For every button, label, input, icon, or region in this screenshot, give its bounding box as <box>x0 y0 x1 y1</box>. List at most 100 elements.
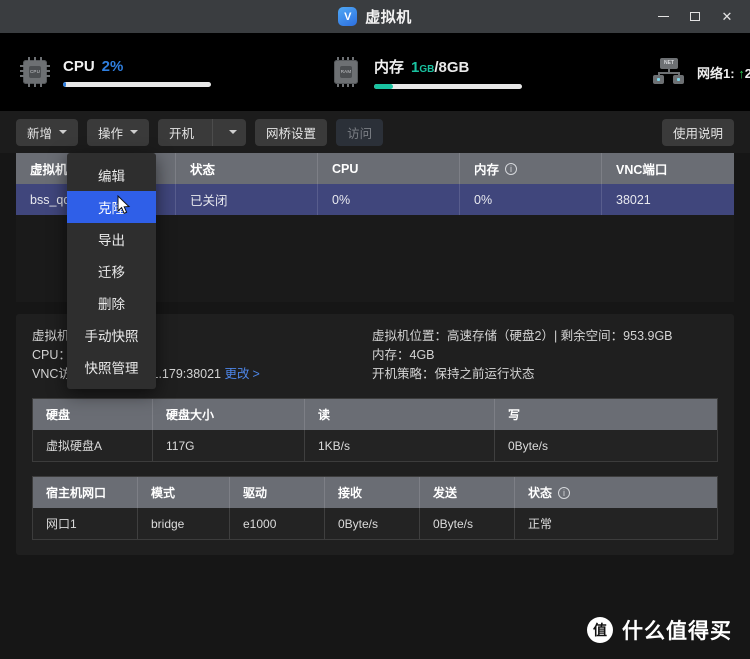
details-location: 虚拟机位置：高速存储（硬盘2）| 剩余空间：953.9GB <box>372 329 673 343</box>
maximize-button[interactable] <box>680 3 710 31</box>
net-status-cell: 正常 <box>528 517 553 531</box>
ram-chip-label: RAM <box>340 66 352 78</box>
vnc-change-link[interactable]: 更改 <box>225 367 250 381</box>
title-bar-center: V 虚拟机 <box>0 0 750 33</box>
power-on-dropdown-toggle[interactable] <box>220 119 246 146</box>
add-button-label: 新增 <box>27 126 53 141</box>
net-rx-cell: 0Byte/s <box>325 508 420 539</box>
cpu-label: CPU <box>63 57 95 75</box>
network-table-header: 宿主机网口 模式 驱动 接收 发送 状态 i <box>33 477 717 508</box>
menu-item-2[interactable]: 导出 <box>67 223 156 255</box>
cpu-value: 2% <box>101 57 124 75</box>
network-table: 宿主机网口 模式 驱动 接收 发送 状态 i 网口1 bridge e1000 … <box>32 476 718 540</box>
memory-label: 内存 <box>374 58 405 76</box>
close-button[interactable]: ✕ <box>712 3 742 31</box>
net-port-cell: 网口1 <box>33 508 138 539</box>
net-column-header-tx: 发送 <box>420 477 515 508</box>
memory-stat-body: 内存 1GB/8GB <box>374 56 522 89</box>
disk-write-cell: 0Byte/s <box>508 438 549 453</box>
disk-table-header: 硬盘 硬盘大小 读 写 <box>33 399 717 430</box>
net-column-header-status: 状态 i <box>515 477 717 508</box>
ram-icon: RAM <box>329 57 363 87</box>
network-icon: NET <box>652 57 686 87</box>
table-row[interactable]: 虚拟硬盘A 117G 1KB/s 0Byte/s <box>33 430 717 461</box>
disk-column-header-size: 硬盘大小 <box>153 399 305 430</box>
disk-name-cell: 虚拟硬盘A <box>33 430 153 461</box>
disk-column-header-disk: 硬盘 <box>33 399 153 430</box>
net-mode-cell: bridge <box>138 508 230 539</box>
menu-item-label: 删除 <box>98 297 125 312</box>
network-stat: NET 网络1: ↑2KB/s |↓4KB/s <box>652 57 750 87</box>
memory-total-unit: GB <box>446 58 470 76</box>
bridge-settings-button[interactable]: 网桥设置 <box>255 118 328 146</box>
column-header-cpu[interactable]: CPU <box>318 153 460 184</box>
menu-item-label: 迁移 <box>98 265 125 280</box>
access-button[interactable]: 访问 <box>336 118 384 146</box>
access-button-label: 访问 <box>347 126 373 141</box>
power-on-divider <box>212 118 214 146</box>
window-controls: ✕ <box>648 3 750 31</box>
menu-item-0[interactable]: 编辑 <box>67 159 156 191</box>
info-icon[interactable]: i <box>558 486 571 499</box>
column-header-vnc-port[interactable]: VNC端口 <box>602 153 734 184</box>
app-logo-icon: V <box>338 7 358 26</box>
memory-usage: 1GB/8GB <box>411 59 469 77</box>
menu-item-3[interactable]: 迁移 <box>67 255 156 287</box>
disk-size-cell: 117G <box>153 430 305 461</box>
menu-item-label: 编辑 <box>98 169 125 184</box>
vm-vnc-port-cell: 38021 <box>616 192 651 207</box>
table-row[interactable]: 网口1 bridge e1000 0Byte/s 0Byte/s 正常 <box>33 508 717 539</box>
cpu-stat-body: CPU 2% <box>63 58 211 87</box>
details-boot-policy: 开机策略：保持之前运行状态 <box>372 367 535 381</box>
operate-button-label: 操作 <box>98 126 124 141</box>
menu-item-4[interactable]: 删除 <box>67 287 156 319</box>
menu-item-5[interactable]: 手动快照 <box>67 319 156 351</box>
net-tx-cell: 0Byte/s <box>420 508 515 539</box>
memory-total: 8 <box>438 58 447 76</box>
vnc-change-arrow-icon[interactable]: > <box>253 367 260 381</box>
net-column-header-mode: 模式 <box>138 477 230 508</box>
menu-item-label: 导出 <box>98 233 125 248</box>
watermark: 值 什么值得买 <box>587 615 732 645</box>
help-button[interactable]: 使用说明 <box>661 118 734 146</box>
disk-table: 硬盘 硬盘大小 读 写 虚拟硬盘A 117G 1KB/s 0Byte/s <box>32 398 718 462</box>
memory-stat: RAM 内存 1GB/8GB <box>329 56 522 89</box>
net-column-header-driver: 驱动 <box>230 477 325 508</box>
menu-item-label: 手动快照 <box>84 329 139 344</box>
network-throughput: 网络1: ↑2KB/s |↓4KB/s <box>697 63 750 82</box>
minimize-button[interactable] <box>648 3 678 31</box>
action-toolbar: 新增 操作 开机 网桥设置 访问 使用说明 <box>0 111 750 153</box>
minimize-icon <box>657 16 669 17</box>
close-icon: ✕ <box>721 8 733 24</box>
mouse-cursor-icon <box>117 195 131 214</box>
disk-read-cell: 1KB/s <box>305 430 495 461</box>
memory-progress-bar <box>374 83 522 89</box>
net-column-header-rx: 接收 <box>325 477 420 508</box>
memory-used-unit: GB <box>419 63 435 75</box>
cpu-progress-bar <box>63 81 211 87</box>
column-header-memory[interactable]: 内存 i <box>460 153 602 184</box>
chevron-down-icon <box>229 130 238 134</box>
cpu-stat: CPU CPU 2% <box>18 57 211 87</box>
add-button[interactable]: 新增 <box>16 118 79 146</box>
disk-column-header-read: 读 <box>305 399 495 430</box>
chevron-down-icon <box>130 130 139 134</box>
menu-item-label: 快照管理 <box>84 361 139 376</box>
vm-cpu-cell: 0% <box>318 184 460 215</box>
power-on-button-group[interactable]: 开机 <box>158 118 247 146</box>
info-icon[interactable]: i <box>505 162 518 175</box>
net-column-header-port: 宿主机网口 <box>33 477 138 508</box>
operate-button[interactable]: 操作 <box>87 118 150 146</box>
cpu-icon: CPU <box>18 57 52 87</box>
details-right-column: 虚拟机位置：高速存储（硬盘2）| 剩余空间：953.9GB 内存：4GB 开机策… <box>372 327 673 384</box>
disk-column-header-write: 写 <box>508 408 521 422</box>
menu-item-6[interactable]: 快照管理 <box>67 351 156 383</box>
bridge-settings-label: 网桥设置 <box>266 126 317 141</box>
column-header-state[interactable]: 状态 <box>176 153 318 184</box>
network-up-value: 2KB/s <box>744 65 750 81</box>
network-label: 网络1: <box>697 65 735 81</box>
menu-item-1[interactable]: 克隆 <box>67 191 156 223</box>
vm-memory-cell: 0% <box>460 184 602 215</box>
power-on-button-label[interactable]: 开机 <box>158 119 205 146</box>
watermark-text: 什么值得买 <box>622 620 732 643</box>
